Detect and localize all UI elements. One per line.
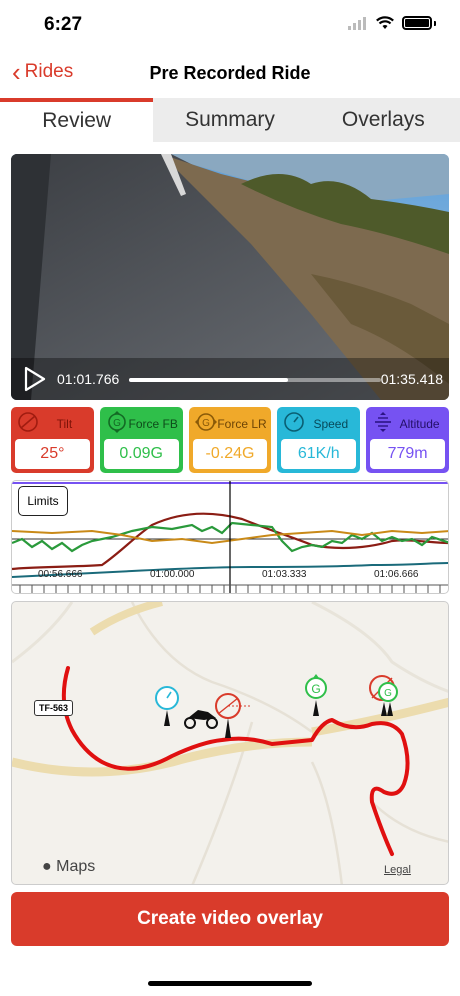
- svg-text:G: G: [202, 418, 210, 429]
- metric-altitude[interactable]: Altitude 779m: [366, 407, 449, 473]
- g-force-icon: G: [194, 413, 217, 431]
- map-canvas: G G: [12, 602, 448, 884]
- cellular-signal-icon: [348, 16, 366, 30]
- tilt-icon: [18, 412, 38, 432]
- speed-marker: [155, 686, 179, 726]
- video-scrubber[interactable]: [129, 378, 381, 382]
- tab-review[interactable]: Review: [0, 98, 154, 142]
- maps-label: Maps: [56, 858, 96, 875]
- play-icon[interactable]: [23, 366, 47, 392]
- road-label: TF-563: [34, 700, 74, 716]
- battery-icon: [402, 16, 432, 30]
- metric-cards: Tilt 25° G Force FB 0.09G G Force LR -0.…: [11, 407, 449, 473]
- metric-value: -0.24G: [192, 439, 268, 469]
- metric-force-fb[interactable]: G Force FB 0.09G: [99, 407, 183, 473]
- force-fb-marker: G: [305, 674, 327, 716]
- battery-tip: [434, 20, 436, 26]
- svg-text:G: G: [113, 418, 121, 429]
- legal-link[interactable]: Legal: [384, 864, 411, 876]
- status-icons: [348, 16, 436, 30]
- page-title: Pre Recorded Ride: [149, 63, 311, 83]
- maps-logo: ● Maps: [42, 858, 95, 876]
- video-player[interactable]: 01:01.766 01:35.418: [11, 154, 449, 400]
- apple-logo-icon: ●: [42, 858, 52, 875]
- time-tick-label: 01:00.000: [150, 569, 195, 580]
- svg-text:G: G: [384, 688, 392, 699]
- metric-tilt[interactable]: Tilt 25°: [11, 407, 94, 473]
- time-tick-label: 01:06.666: [374, 569, 419, 580]
- motorcycle-icon: [184, 710, 218, 729]
- current-time: 01:01.766: [57, 371, 120, 387]
- end-time: 01:35.418: [380, 371, 443, 387]
- status-time: 6:27: [44, 14, 83, 35]
- limits-button[interactable]: Limits: [18, 486, 68, 516]
- create-video-overlay-button[interactable]: Create video overlay: [11, 892, 449, 946]
- altitude-icon: [375, 412, 392, 432]
- metric-force-lr[interactable]: G Force LR -0.24G: [188, 407, 272, 473]
- svg-text:G: G: [311, 682, 320, 696]
- tab-summary[interactable]: Summary: [153, 98, 307, 142]
- scrubber-progress: [129, 378, 288, 382]
- metric-value: 61K/h: [281, 439, 357, 469]
- time-tick-label: 00:56.666: [38, 569, 83, 580]
- metric-value: 25°: [15, 439, 90, 469]
- speedometer-icon: [284, 412, 305, 432]
- tab-bar: Review Summary Overlays: [0, 98, 460, 142]
- home-indicator: [148, 981, 312, 986]
- time-tick-label: 01:03.333: [262, 569, 307, 580]
- tilt-marker: [215, 693, 250, 738]
- video-controls: 01:01.766 01:35.418: [11, 358, 449, 400]
- tab-overlays[interactable]: Overlays: [306, 98, 460, 142]
- nav-bar: ‹ Rides Pre Recorded Ride: [0, 52, 460, 96]
- screen: 6:27 ‹ Rides Pre Recorded Ride Review Su…: [0, 0, 460, 996]
- force-lr-marker: G: [369, 675, 398, 716]
- metric-value: 779m: [370, 439, 445, 469]
- telemetry-graph[interactable]: Limits 00:56.666 01:00.000 01:03.333 01:…: [11, 480, 449, 594]
- g-force-icon: G: [107, 411, 126, 433]
- metric-speed[interactable]: Speed 61K/h: [277, 407, 361, 473]
- route-map[interactable]: G G TF-563 ● Maps Legal: [11, 601, 449, 885]
- status-bar: 6:27: [0, 0, 460, 50]
- wifi-icon: [376, 16, 394, 29]
- metric-value: 0.09G: [103, 439, 179, 469]
